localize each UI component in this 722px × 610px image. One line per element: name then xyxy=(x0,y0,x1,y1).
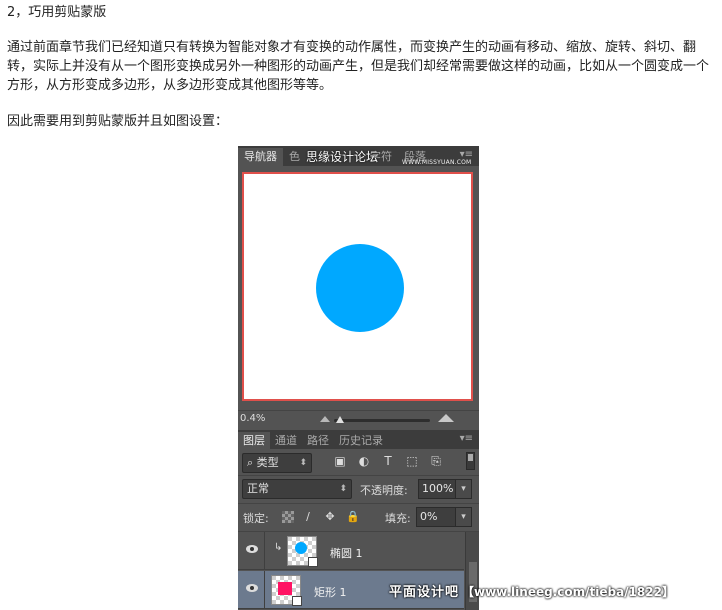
lead-paragraph: 因此需要用到剪贴蒙版并且如图设置： xyxy=(7,114,229,129)
layer-thumbnail[interactable] xyxy=(271,575,302,606)
tab-color[interactable]: 色 xyxy=(283,148,306,166)
adjustment-filter-icon[interactable]: ◐ xyxy=(357,454,371,468)
smart-object-filter-icon[interactable]: ⎘ xyxy=(429,454,443,468)
layer-name[interactable]: 椭圆 1 xyxy=(330,545,363,561)
eye-icon[interactable] xyxy=(246,584,258,592)
lock-row: 锁定: ∕ ✥ 🔒 填充: 0% ▾ xyxy=(238,504,479,530)
clipping-arrow-icon: ↳ xyxy=(274,542,283,553)
filter-type-value: 类型 xyxy=(256,456,279,469)
opacity-value: 100% xyxy=(422,482,454,495)
zoom-out-icon[interactable] xyxy=(320,416,330,422)
photoshop-panels: 导航器 色 字符 段落 ▾≡ 思缘设计论坛 WWW.MISSYUAN.COM 0… xyxy=(238,146,479,610)
chevron-down-icon[interactable]: ▾ xyxy=(455,480,471,498)
chevron-down-icon[interactable]: ▾ xyxy=(455,508,471,526)
tab-paths[interactable]: 路径 xyxy=(302,432,334,449)
opacity-label: 不透明度: xyxy=(360,484,408,497)
layer-name[interactable]: 矩形 1 xyxy=(314,584,347,600)
layer-thumbnail[interactable] xyxy=(287,536,318,567)
navigator-preview-area xyxy=(238,166,479,408)
navigator-preview[interactable] xyxy=(242,172,473,401)
lock-transparent-icon[interactable] xyxy=(282,511,294,523)
watermark-url: 【www.lineeg.com/tieba/1822】 xyxy=(462,585,674,599)
rectangle-thumb-icon xyxy=(278,582,292,595)
shape-badge-icon xyxy=(308,557,318,567)
tab-navigator[interactable]: 导航器 xyxy=(238,148,283,166)
zoom-bar: 0.4% xyxy=(238,410,479,428)
watermark-missyuan-url: WWW.MISSYUAN.COM xyxy=(402,159,472,166)
search-icon: ⌕ xyxy=(247,456,257,469)
divider xyxy=(264,532,265,570)
layers-tabbar: 图层 通道 路径 历史记录 ▾≡ xyxy=(238,430,479,449)
fill-field[interactable]: 0% ▾ xyxy=(416,507,472,527)
tab-history[interactable]: 历史记录 xyxy=(334,432,388,449)
lock-all-icon[interactable]: 🔒 xyxy=(346,511,360,523)
lock-label: 锁定: xyxy=(243,512,269,525)
article: 2，巧用剪贴蒙版 通过前面章节我们已经知道只有转换为智能对象才有变换的动作属性，… xyxy=(7,0,717,129)
lock-position-move-icon[interactable]: ✥ xyxy=(324,511,336,523)
shape-badge-icon xyxy=(292,596,302,606)
navigator-tabbar: 导航器 色 字符 段落 ▾≡ 思缘设计论坛 WWW.MISSYUAN.COM xyxy=(238,146,479,166)
filter-type-select[interactable]: ⌕ 类型 ⬍ xyxy=(242,453,312,473)
blue-circle xyxy=(316,244,404,332)
blend-mode-value: 正常 xyxy=(247,482,269,495)
opacity-field[interactable]: 100% ▾ xyxy=(418,479,472,499)
layers-menu-icon[interactable]: ▾≡ xyxy=(460,433,473,444)
filter-toggle[interactable] xyxy=(466,452,475,470)
tab-layers[interactable]: 图层 xyxy=(238,432,270,449)
type-filter-icon[interactable]: T xyxy=(381,454,395,468)
layer-filter-row: ⌕ 类型 ⬍ ▣ ◐ T ⬚ ⎘ xyxy=(238,449,479,475)
divider xyxy=(264,571,265,609)
layer-row-ellipse[interactable]: ↳ 椭圆 1 xyxy=(238,532,464,570)
image-filter-icon[interactable]: ▣ xyxy=(333,454,347,468)
eye-icon[interactable] xyxy=(246,545,258,553)
blend-row: 正常 ⬍ 不透明度: 100% ▾ xyxy=(238,476,479,502)
watermark-site: 平面设计吧 xyxy=(389,585,460,600)
zoom-slider[interactable] xyxy=(334,419,430,422)
tab-channels[interactable]: 通道 xyxy=(270,432,302,449)
fill-label: 填充: xyxy=(385,512,411,525)
zoom-slider-thumb[interactable] xyxy=(336,416,344,423)
lock-pixels-brush-icon[interactable]: ∕ xyxy=(302,511,314,523)
fill-value: 0% xyxy=(420,510,438,523)
circle-thumb-icon xyxy=(295,542,307,554)
section-heading: 2，巧用剪贴蒙版 xyxy=(7,5,107,20)
zoom-in-icon[interactable] xyxy=(438,414,454,422)
watermark-missyuan: 思缘设计论坛 xyxy=(306,150,379,164)
updown-icon: ⬍ xyxy=(339,484,347,494)
updown-icon: ⬍ xyxy=(299,458,307,468)
shape-filter-icon[interactable]: ⬚ xyxy=(405,454,419,468)
intro-paragraph: 通过前面章节我们已经知道只有转换为智能对象才有变换的动作属性，而变换产生的动画有… xyxy=(7,40,710,93)
zoom-value[interactable]: 0.4% xyxy=(240,413,265,424)
blend-mode-select[interactable]: 正常 ⬍ xyxy=(242,479,352,499)
